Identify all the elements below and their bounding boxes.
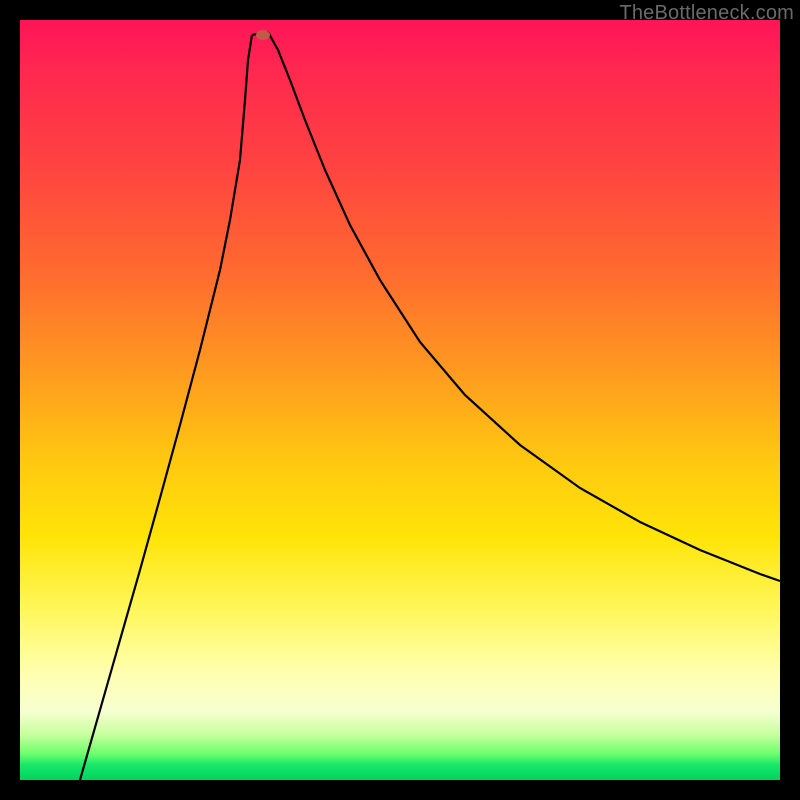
chart-svg	[20, 20, 780, 780]
curve-right-branch	[268, 32, 780, 581]
curve-left-branch	[80, 35, 252, 780]
chart-frame	[20, 20, 780, 780]
marker-dot	[256, 30, 270, 40]
